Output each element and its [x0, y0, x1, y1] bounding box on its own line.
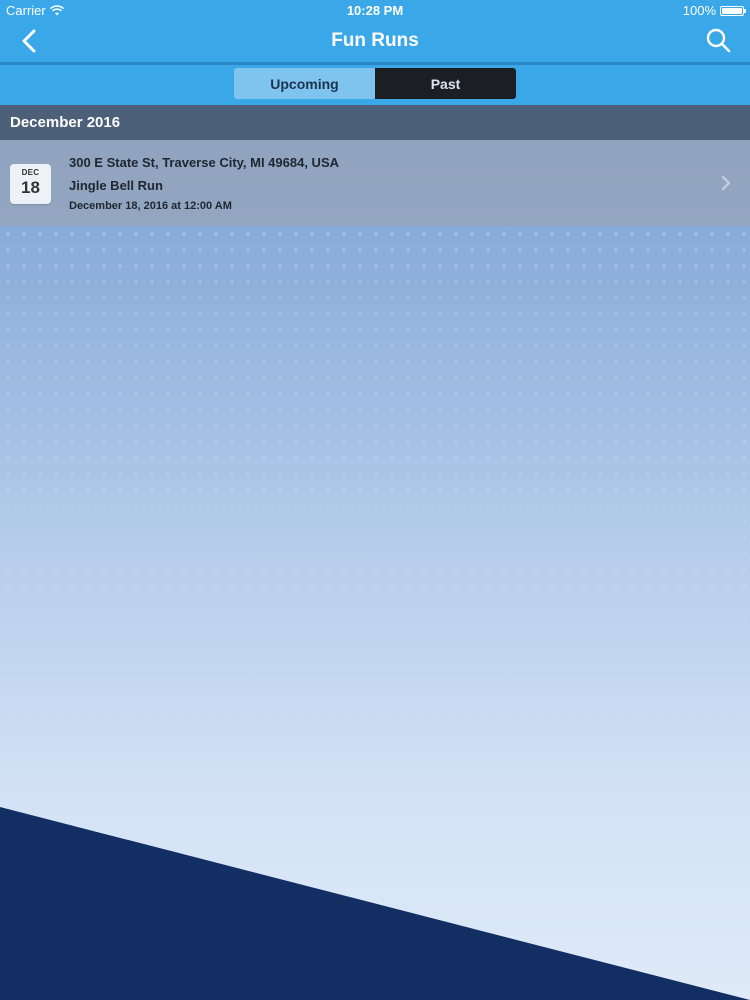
- chevron-right-icon: [721, 175, 731, 191]
- navigation-bar: Fun Runs: [0, 20, 750, 62]
- search-button[interactable]: [704, 27, 734, 55]
- date-month: DEC: [21, 168, 40, 177]
- segmented-control: Upcoming Past: [234, 68, 516, 99]
- segment-past[interactable]: Past: [375, 68, 516, 99]
- battery-percent: 100%: [682, 3, 716, 18]
- status-bar: Carrier 10:28 PM 100%: [0, 0, 750, 20]
- battery-fill: [722, 7, 742, 14]
- event-datetime: December 18, 2016 at 12:00 AM: [69, 200, 232, 212]
- page-title: Fun Runs: [331, 30, 419, 51]
- segment-upcoming[interactable]: Upcoming: [234, 68, 375, 99]
- status-right: 100%: [682, 3, 746, 18]
- event-name: Jingle Bell Run: [69, 178, 163, 193]
- app-screen: Carrier 10:28 PM 100% Fun Runs Upcoming …: [0, 0, 750, 1000]
- segment-bar: Upcoming Past: [0, 65, 750, 105]
- date-day: 18: [21, 178, 40, 197]
- section-title: December 2016: [10, 114, 121, 131]
- section-header: December 2016: [0, 105, 750, 140]
- battery-icon: [720, 5, 746, 16]
- status-time: 10:28 PM: [346, 3, 404, 18]
- search-icon: [706, 28, 731, 53]
- event-address: 300 E State St, Traverse City, MI 49684,…: [69, 155, 340, 170]
- date-badge: DEC 18: [10, 164, 51, 204]
- event-row[interactable]: DEC 18 300 E State St, Traverse City, MI…: [0, 140, 750, 226]
